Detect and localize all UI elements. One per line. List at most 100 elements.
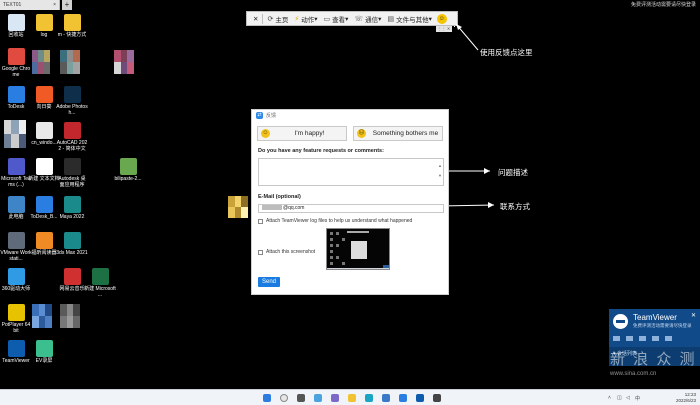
chat-icon[interactable]	[331, 394, 339, 402]
toolbar-home-button[interactable]: ⟳ 主页	[264, 14, 291, 24]
store-icon[interactable]	[382, 394, 390, 402]
attach-logs-row[interactable]: Attach TeamViewer log files to help us u…	[258, 218, 412, 224]
app-icon	[7, 196, 25, 213]
app-icon	[63, 158, 81, 175]
remote-session-tab[interactable]: TEXT01 ×	[0, 0, 60, 10]
video-icon[interactable]	[626, 336, 633, 341]
app-icon	[35, 14, 53, 31]
pixelated-icon	[32, 304, 52, 328]
app-icon	[63, 268, 81, 285]
close-icon[interactable]: ✕	[691, 312, 696, 319]
toolbar-separator	[262, 13, 264, 24]
app-icon	[35, 158, 53, 175]
file-icon[interactable]	[652, 336, 659, 341]
close-icon: ✕	[253, 15, 259, 23]
desktop-icon[interactable]: Maya 2022	[56, 196, 88, 220]
mood-row: ☺ I'm happy! ☹ Something bothers me	[257, 126, 443, 141]
phone-icon: ☏	[354, 15, 364, 23]
app-icon	[7, 304, 25, 321]
screenshot-thumbnail[interactable]	[326, 228, 390, 270]
clock-date: 2022/6/23	[675, 397, 696, 403]
annotation-contact: 联系方式	[500, 202, 530, 211]
edge-icon[interactable]	[365, 394, 373, 402]
pixelated-icon	[228, 196, 248, 218]
widgets-icon[interactable]	[314, 394, 322, 402]
chevron-down-icon: ▾	[428, 15, 432, 23]
teamviewer-logo-icon	[613, 314, 628, 329]
watermark: 新 浪 众 测 www.sina.com.cn	[610, 348, 697, 377]
app-icon	[63, 196, 81, 213]
send-button[interactable]: Send	[258, 277, 280, 287]
attach-screenshot-checkbox[interactable]	[258, 249, 263, 255]
comments-textarea[interactable]: ▲ ▼	[258, 158, 444, 186]
attach-logs-checkbox[interactable]	[258, 218, 263, 224]
attach-screenshot-row[interactable]: Attach this screenshot	[258, 249, 315, 255]
toolbar-actions-button[interactable]: ⚡ 动作 ▾	[291, 14, 320, 24]
more-icon[interactable]	[665, 336, 672, 341]
app-icon	[7, 268, 25, 285]
teamviewer-popup-subtitle: 免费评测活动需要请尽快登录	[633, 323, 692, 328]
desktop-icon[interactable]: Autodesk 桌面应用程序	[56, 158, 88, 188]
desktop-icon-label: Adobe Photosh...	[56, 104, 88, 116]
desktop-icon[interactable]: PotPlayer 64 bit	[0, 304, 32, 334]
smile-icon: ☺	[261, 129, 270, 138]
toolbar-files-button[interactable]: ▤ 文件与其他 ▾	[384, 14, 434, 24]
task-view-icon[interactable]	[297, 394, 305, 402]
bothers-label: Something bothers me	[372, 130, 439, 137]
desktop-icon-label: PotPlayer 64 bit	[1, 322, 31, 334]
pixelated-icon	[32, 50, 50, 74]
desktop-icon[interactable]: Adobe Photosh...	[56, 86, 88, 116]
desktop-icon-label: bilipaste-2...	[114, 176, 142, 182]
clock[interactable]: 12:23 2022/6/23	[676, 392, 696, 403]
close-icon[interactable]: ×	[53, 0, 56, 10]
todesk-taskbar-icon[interactable]	[399, 394, 407, 402]
pixelated-icon	[114, 50, 134, 74]
app-icon	[63, 122, 81, 139]
tray-chevron-icon[interactable]: ˄	[608, 395, 611, 401]
feedback-dialog: ⇄ 反馈 ☺ I'm happy! ☹ Something bothers me…	[251, 109, 449, 295]
toolbar-view-button[interactable]: ▭ 查看 ▾	[321, 14, 352, 24]
app-taskbar-icon[interactable]	[433, 394, 441, 402]
desktop-icon[interactable]: EV录屏	[28, 340, 60, 364]
phone-icon[interactable]	[639, 336, 646, 341]
ime-icon[interactable]: 中	[635, 395, 640, 402]
volume-icon[interactable]: ◁	[626, 395, 630, 401]
pixelated-icon	[60, 50, 80, 74]
network-icon[interactable]: ◫	[617, 395, 622, 401]
desktop-icon[interactable]: 3ds Max 2021	[56, 232, 88, 256]
app-icon	[7, 158, 25, 175]
desktop-icon[interactable]: 新建 Microsoft ...	[84, 268, 116, 298]
desktop-icon-label: 新建 Microsoft ...	[84, 286, 116, 298]
desktop-icon[interactable]: m - 快捷方式	[56, 14, 88, 38]
annotation-feedback-here: 使用反馈点这里	[480, 48, 533, 57]
email-value: @qq.com	[283, 205, 305, 211]
desktop-icon[interactable]: bilipaste-2...	[112, 158, 144, 182]
happy-button[interactable]: ☺ I'm happy!	[257, 126, 347, 141]
bothers-button[interactable]: ☹ Something bothers me	[353, 126, 443, 141]
chevron-down-icon: ▾	[378, 15, 382, 23]
app-icon	[63, 14, 81, 31]
dialog-titlebar: ⇄ 反馈	[252, 110, 448, 121]
app-icon	[7, 340, 25, 357]
desktop-icon[interactable]: 360驱动大师	[0, 268, 32, 292]
desktop-icon-label: Google Chrome	[1, 66, 31, 78]
chat-icon[interactable]	[613, 336, 620, 341]
email-field[interactable]: @qq.com	[258, 204, 444, 213]
app-icon	[35, 340, 53, 357]
desktop-icon[interactable]: Google Chrome	[0, 48, 32, 78]
scrollbar-arrows[interactable]: ▲ ▼	[438, 161, 442, 181]
teamviewer-popup-title: TeamViewer	[633, 313, 677, 322]
file-explorer-icon[interactable]	[348, 394, 356, 402]
remote-toolbar: ✕ ⟳ 主页 ⚡ 动作 ▾ ▭ 查看 ▾ ☏ 通信 ▾ ▤ 文件与其他 ▾ ☺	[246, 11, 458, 26]
search-icon[interactable]	[280, 394, 288, 402]
teamviewer-taskbar-icon[interactable]	[416, 394, 424, 402]
start-icon[interactable]	[263, 394, 271, 402]
new-tab-button[interactable]: +	[62, 0, 72, 10]
toolbar-view-label: 查看	[332, 16, 346, 24]
watermark-text: 新 浪 众 测	[610, 351, 697, 368]
pixelated-icon	[4, 120, 26, 148]
toolbar-close-button[interactable]: ✕	[250, 15, 261, 23]
desktop-icon[interactable]: AutoCAD 2022 - 简体中文	[56, 122, 88, 152]
teamviewer-logo-icon: ⇄	[256, 112, 263, 119]
toolbar-communicate-button[interactable]: ☏ 通信 ▾	[351, 14, 384, 24]
